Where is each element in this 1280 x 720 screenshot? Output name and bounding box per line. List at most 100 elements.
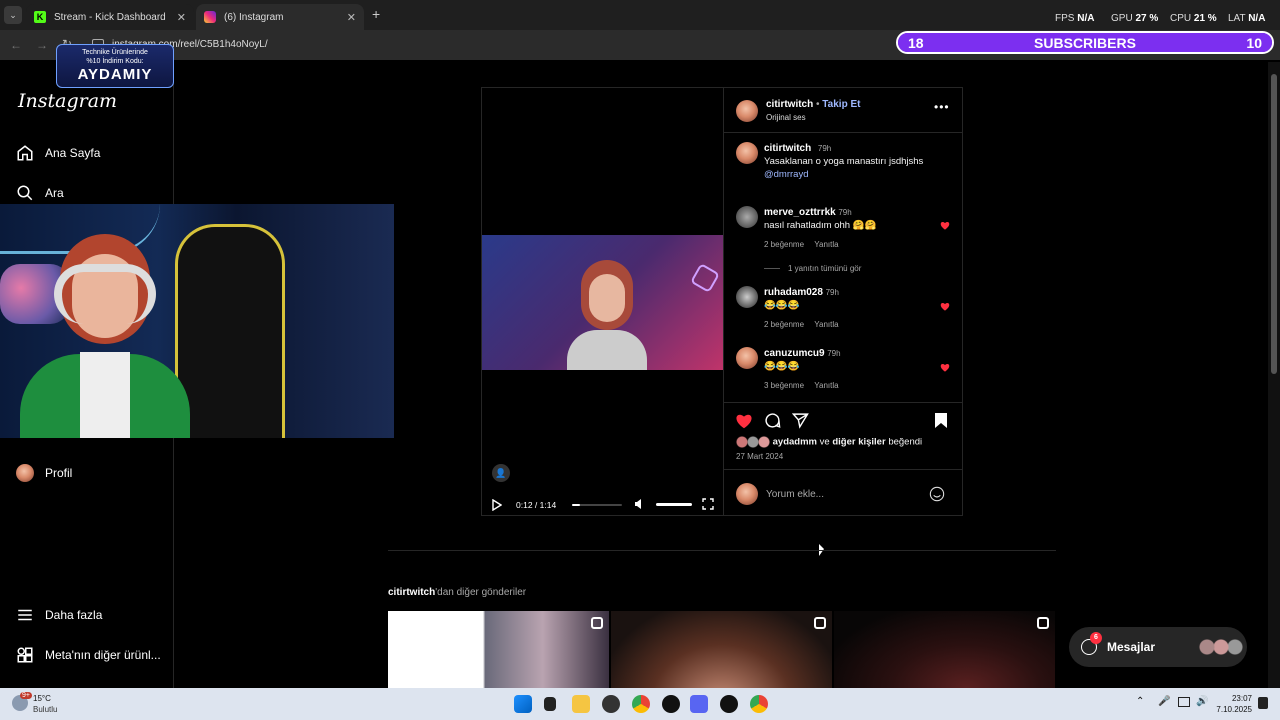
close-icon[interactable]: ✕ [177,11,186,24]
comment-username[interactable]: canuzumcu9 [764,348,825,359]
volume-icon[interactable] [634,498,644,510]
caption-text: Yasaklanan o yoga manastırı jsdhjshs [764,156,924,167]
sidebar-item-search[interactable]: Ara [16,184,64,202]
lat-stat: LAT N/A [1228,13,1266,24]
caption-avatar[interactable] [736,142,758,164]
share-icon[interactable] [792,412,809,429]
caption-mention[interactable]: @dmrrayd [764,169,809,180]
clock-time: 23:07 [1231,694,1252,703]
follow-button[interactable]: Takip Et [822,99,860,110]
task-view-icon[interactable] [544,697,556,711]
post-panel: citirtwitch • Takip Et Orijinal ses ••• … [724,88,962,515]
tray-chevron-icon[interactable]: ⌃ [1136,696,1144,707]
grid-icon [17,647,33,663]
back-icon[interactable]: ← [10,38,22,52]
liked-by-user[interactable]: aydadmm [773,437,817,448]
reel-icon [591,617,603,629]
instagram-logo[interactable]: Instagram [18,90,117,112]
sidebar-item-more[interactable]: Daha fazla [16,606,102,624]
video-frame[interactable] [482,235,723,370]
sidebar-item-label: Profil [45,466,73,480]
emoji-icon[interactable] [929,486,945,502]
clock-date: 7.10.2025 [1216,705,1252,714]
tab-instagram[interactable]: (6) Instagram ✕ [196,4,364,30]
microphone-icon[interactable]: 🎤 [1158,696,1170,707]
author-username[interactable]: citirtwitch [766,99,813,110]
tab-label: (6) Instagram [224,11,284,23]
reply-button[interactable]: Yanıtla [814,381,838,390]
fps-stat: FPS N/A [1055,13,1095,24]
like-icon[interactable] [735,413,753,429]
reply-button[interactable]: Yanıtla [814,240,838,249]
streamer-figure [20,234,190,438]
discord-icon[interactable] [690,695,708,713]
audio-label[interactable]: Orijinal ses [766,113,806,122]
close-icon[interactable]: ✕ [347,11,356,24]
comment-avatar[interactable] [736,347,758,369]
network-icon[interactable] [1178,697,1190,707]
tab-kick-dashboard[interactable]: K Stream - Kick Dashboard ✕ [26,4,194,30]
comment-username[interactable]: ruhadam028 [764,287,823,298]
heart-icon[interactable] [940,363,950,372]
notification-icon[interactable] [1258,697,1268,709]
forward-icon[interactable]: → [36,38,48,52]
heart-icon[interactable] [940,302,950,311]
reply-button[interactable]: Yanıtla [814,320,838,329]
sidebar-item-meta[interactable]: Meta'nın diğer ürünl... [16,646,161,664]
clock[interactable]: 23:07 7.10.2025 [1214,693,1252,715]
audio-user-icon[interactable]: 👤 [492,464,510,482]
new-tab-icon[interactable]: + [372,6,380,22]
section-divider [388,550,1056,551]
file-explorer-icon[interactable] [572,695,590,713]
sidebar-item-profile[interactable]: Profil [16,464,72,482]
tab-list-chevron-icon[interactable]: ⌄ [4,6,22,24]
more-options-icon[interactable]: ••• [934,100,950,114]
subscribers-goal: 10 [1246,34,1262,51]
reel-video[interactable]: 👤 0:12 / 1:14 [482,88,724,515]
speaker-icon[interactable]: 🔊 [1196,696,1208,707]
comment-likes[interactable]: 3 beğenme [764,381,804,390]
app-g2-icon[interactable] [720,695,738,713]
sidebar-item-home[interactable]: Ana Sayfa [16,144,100,162]
comment-icon[interactable] [764,412,781,429]
comment-avatar[interactable] [736,286,758,308]
sidebar-item-label: Meta'nın diğer ürünl... [45,648,161,662]
caption-username[interactable]: citirtwitch [764,143,811,154]
scrollbar-thumb[interactable] [1271,74,1277,374]
obs-icon[interactable] [602,695,620,713]
page-scrollbar[interactable] [1268,62,1280,688]
more-posts-user[interactable]: citirtwitch [388,587,435,598]
add-comment-input[interactable]: Yorum ekle... [766,489,916,500]
view-replies[interactable]: 1 yanıtın tümünü gör [764,264,861,273]
menu-icon [18,609,32,621]
heart-icon[interactable] [940,221,950,230]
cpu-stat: CPU 21 % [1170,13,1217,24]
comment-likes[interactable]: 2 beğenme [764,320,804,329]
chrome-2-icon[interactable] [750,695,768,713]
comment-avatar[interactable] [736,206,758,228]
fullscreen-icon[interactable] [702,498,714,510]
messages-button[interactable]: 6 Mesajlar [1069,627,1247,667]
comment-text: nasıl rahatladım ohh 🤗🤗 [764,220,877,231]
browser-tab-bar: ⌄ K Stream - Kick Dashboard ✕ (6) Instag… [0,0,1280,30]
start-icon[interactable] [514,695,532,713]
post-thumbnail[interactable] [611,611,832,688]
app-g-icon[interactable] [662,695,680,713]
sidebar-item-label: Daha fazla [45,608,103,622]
gpu-stat: GPU 27 % [1111,13,1159,24]
comment-time: 79h [827,349,841,358]
chrome-icon[interactable] [632,695,650,713]
volume-slider[interactable] [656,503,692,506]
comment-likes[interactable]: 2 beğenme [764,240,804,249]
messages-label: Mesajlar [1107,640,1156,654]
comment-username[interactable]: merve_ozttrrkk [764,207,836,218]
play-icon[interactable] [492,499,502,511]
post-thumbnail[interactable] [388,611,609,688]
gaming-chair [175,224,285,438]
save-icon[interactable] [934,412,948,429]
video-progress-track[interactable] [572,504,622,506]
author-avatar[interactable] [736,100,758,122]
post-thumbnail[interactable] [834,611,1055,688]
sidebar-item-label: Ara [45,186,64,200]
liked-by-others[interactable]: diğer kişiler [832,437,885,448]
